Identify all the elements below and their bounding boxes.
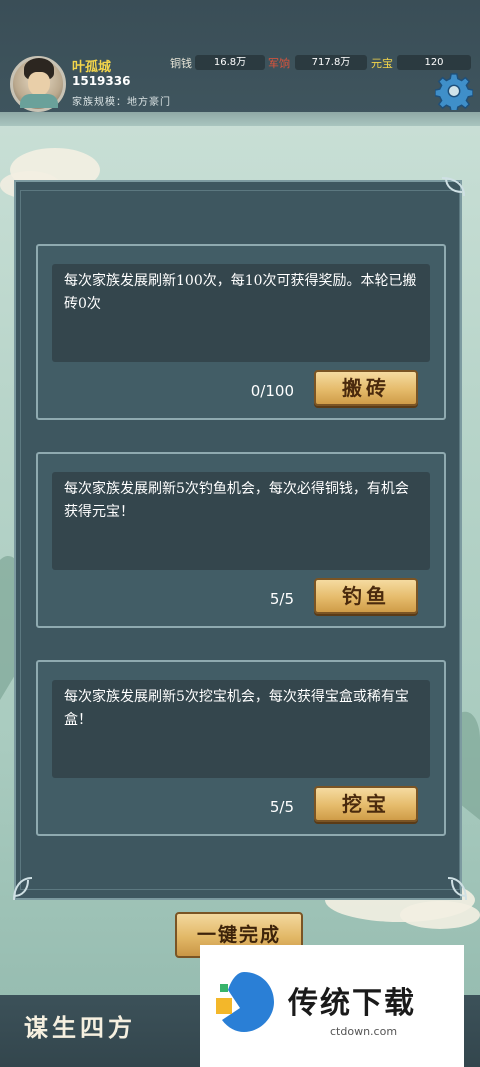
watermark-text: 传统下载	[288, 986, 416, 1021]
task-description: 每次家族发展刷新5次钓鱼机会，每次必得铜钱，有机会获得元宝！	[52, 472, 430, 570]
player-name: 叶孤城	[72, 60, 112, 75]
ingot-value: 120	[397, 55, 471, 70]
fishing-button[interactable]: 钓鱼	[314, 578, 418, 614]
army-pay-value: 717.8万	[295, 55, 367, 70]
copper-value: 16.8万	[195, 55, 265, 70]
task-card-treasure-dig: 每次家族发展刷新5次挖宝机会，每次获得宝盒或稀有宝盒！ 5/5 挖宝	[36, 660, 446, 836]
gear-icon[interactable]	[435, 72, 473, 110]
watermark-logo-icon	[216, 972, 274, 1032]
corner-ornament-icon	[447, 877, 467, 901]
treasure-dig-button[interactable]: 挖宝	[314, 786, 418, 822]
army-pay-label: 军饷	[268, 57, 290, 70]
avatar-face	[28, 72, 50, 96]
player-id: 1519336	[72, 74, 131, 88]
scroll-header	[0, 112, 480, 126]
task-card-move-bricks: 每次家族发展刷新100次，每10次可获得奖励。本轮已搬砖0次 0/100 搬砖	[36, 244, 446, 420]
corner-ornament-icon	[13, 877, 33, 901]
task-description: 每次家族发展刷新5次挖宝机会，每次获得宝盒或稀有宝盒！	[52, 680, 430, 778]
watermark-url: ctdown.com	[330, 1025, 398, 1038]
task-progress: 5/5	[269, 798, 294, 816]
task-description: 每次家族发展刷新100次，每10次可获得奖励。本轮已搬砖0次	[52, 264, 430, 362]
family-scale-label: 家族规模：地方豪门	[72, 97, 171, 108]
copper-label: 铜钱	[170, 57, 192, 70]
task-progress: 5/5	[269, 590, 294, 608]
move-bricks-button[interactable]: 搬砖	[314, 370, 418, 406]
bottom-tab-title[interactable]: 谋生四方	[24, 1008, 136, 1043]
avatar-body	[20, 94, 58, 108]
task-progress: 0/100	[250, 382, 294, 400]
ingot-label: 元宝	[371, 57, 393, 70]
task-card-fishing: 每次家族发展刷新5次钓鱼机会，每次必得铜钱，有机会获得元宝！ 5/5 钓鱼	[36, 452, 446, 628]
corner-ornament-icon	[441, 177, 465, 197]
